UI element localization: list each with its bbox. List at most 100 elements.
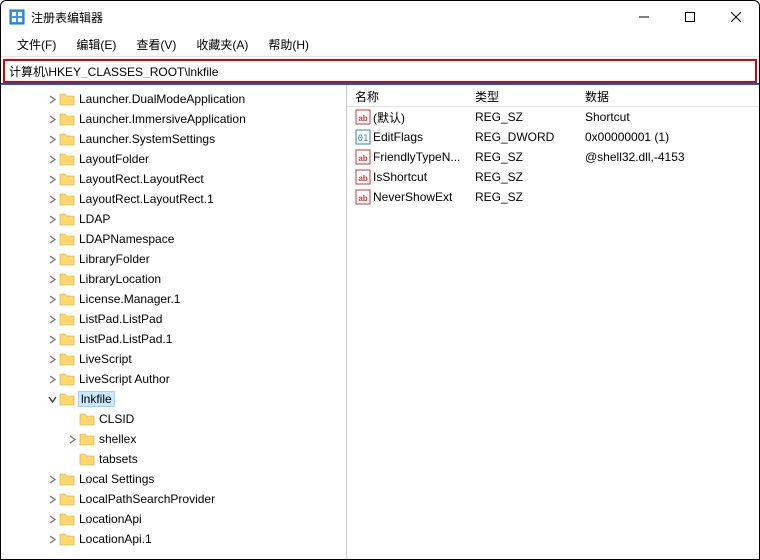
chevron-right-icon[interactable] — [45, 315, 59, 324]
folder-icon — [59, 132, 75, 146]
tree-item[interactable]: LiveScript — [1, 349, 346, 369]
menu-view[interactable]: 查看(V) — [128, 34, 184, 55]
chevron-right-icon[interactable] — [45, 155, 59, 164]
chevron-right-icon[interactable] — [45, 115, 59, 124]
chevron-right-icon[interactable] — [65, 435, 79, 444]
chevron-right-icon[interactable] — [45, 475, 59, 484]
chevron-right-icon[interactable] — [45, 135, 59, 144]
tree-item[interactable]: LayoutRect.LayoutRect.1 — [1, 189, 346, 209]
window-title: 注册表编辑器 — [31, 9, 103, 26]
address-bar[interactable] — [3, 59, 757, 83]
tree-item[interactable]: LocalPathSearchProvider — [1, 489, 346, 509]
tree-item[interactable]: License.Manager.1 — [1, 289, 346, 309]
chevron-right-icon[interactable] — [45, 515, 59, 524]
tree-item[interactable]: ListPad.ListPad.1 — [1, 329, 346, 349]
folder-icon — [59, 152, 75, 166]
chevron-right-icon[interactable] — [45, 175, 59, 184]
tree-item[interactable]: Launcher.SystemSettings — [1, 129, 346, 149]
tree-item-label: LDAPNamespace — [79, 232, 174, 246]
folder-icon — [59, 472, 75, 486]
tree-item[interactable]: CLSID — [1, 409, 346, 429]
tree-item-label: shellex — [99, 432, 136, 446]
chevron-right-icon[interactable] — [45, 375, 59, 384]
value-type: REG_SZ — [467, 170, 577, 184]
tree-item[interactable]: LibraryFolder — [1, 249, 346, 269]
tree-item-label: LayoutFolder — [79, 152, 149, 166]
tree-item[interactable]: lnkfile — [1, 389, 346, 409]
tree-item-label: LibraryFolder — [79, 252, 150, 266]
svg-text:ab: ab — [358, 114, 367, 123]
folder-icon — [59, 332, 75, 346]
chevron-right-icon[interactable] — [45, 295, 59, 304]
tree-item-label: LocalPathSearchProvider — [79, 492, 215, 506]
chevron-right-icon[interactable] — [45, 275, 59, 284]
chevron-right-icon[interactable] — [45, 535, 59, 544]
tree-item-label: LDAP — [79, 212, 110, 226]
menu-help[interactable]: 帮助(H) — [260, 34, 317, 55]
maximize-button[interactable] — [667, 2, 713, 32]
tree-item[interactable]: LayoutRect.LayoutRect — [1, 169, 346, 189]
address-input[interactable] — [9, 64, 751, 78]
tree-item-label: ListPad.ListPad.1 — [79, 332, 172, 346]
col-name[interactable]: 名称 — [347, 85, 467, 106]
tree-item[interactable]: LocationApi — [1, 509, 346, 529]
tree-item-label: LiveScript — [79, 352, 132, 366]
values-panel[interactable]: 名称 类型 数据 ab(默认)REG_SZShortcut01EditFlags… — [347, 85, 759, 559]
menu-file[interactable]: 文件(F) — [9, 34, 64, 55]
value-name: NeverShowExt — [373, 190, 452, 204]
tree-item[interactable]: Launcher.DualModeApplication — [1, 89, 346, 109]
folder-icon — [59, 192, 75, 206]
tree-item[interactable]: LayoutFolder — [1, 149, 346, 169]
value-type: REG_SZ — [467, 190, 577, 204]
menu-edit[interactable]: 编辑(E) — [68, 34, 124, 55]
tree-item-label: LocationApi — [79, 512, 142, 526]
folder-icon — [79, 412, 95, 426]
chevron-right-icon[interactable] — [45, 355, 59, 364]
tree-item-label: LiveScript Author — [79, 372, 170, 386]
chevron-right-icon[interactable] — [45, 235, 59, 244]
folder-icon — [59, 352, 75, 366]
value-data: @shell32.dll,-4153 — [577, 150, 759, 164]
folder-icon — [59, 232, 75, 246]
folder-icon — [59, 92, 75, 106]
tree-item[interactable]: LibraryLocation — [1, 269, 346, 289]
value-row[interactable]: abFriendlyTypeN...REG_SZ@shell32.dll,-41… — [347, 147, 759, 167]
tree-item[interactable]: LiveScript Author — [1, 369, 346, 389]
close-button[interactable] — [713, 2, 759, 32]
chevron-down-icon[interactable] — [45, 395, 59, 404]
tree-item[interactable]: Local Settings — [1, 469, 346, 489]
value-row[interactable]: ab(默认)REG_SZShortcut — [347, 107, 759, 127]
tree-panel[interactable]: Launcher.DualModeApplicationLauncher.Imm… — [1, 85, 347, 559]
menu-favorites[interactable]: 收藏夹(A) — [188, 34, 256, 55]
chevron-right-icon[interactable] — [45, 215, 59, 224]
chevron-right-icon[interactable] — [45, 195, 59, 204]
value-row[interactable]: abIsShortcutREG_SZ — [347, 167, 759, 187]
tree-item[interactable]: LocationApi.1 — [1, 529, 346, 549]
folder-icon — [59, 512, 75, 526]
tree-item[interactable]: Launcher.ImmersiveApplication — [1, 109, 346, 129]
folder-icon — [79, 452, 95, 466]
tree-item[interactable]: LDAPNamespace — [1, 229, 346, 249]
col-type[interactable]: 类型 — [467, 85, 577, 106]
value-row[interactable]: 01EditFlagsREG_DWORD0x00000001 (1) — [347, 127, 759, 147]
tree-item-label: Local Settings — [79, 472, 154, 486]
folder-icon — [59, 492, 75, 506]
value-name: (默认) — [373, 109, 405, 126]
chevron-right-icon[interactable] — [45, 495, 59, 504]
menu-bar: 文件(F) 编辑(E) 查看(V) 收藏夹(A) 帮助(H) — [1, 33, 759, 57]
chevron-right-icon[interactable] — [45, 335, 59, 344]
chevron-right-icon[interactable] — [45, 95, 59, 104]
value-row[interactable]: abNeverShowExtREG_SZ — [347, 187, 759, 207]
tree-item[interactable]: shellex — [1, 429, 346, 449]
tree-item[interactable]: tabsets — [1, 449, 346, 469]
folder-icon — [79, 432, 95, 446]
folder-icon — [59, 272, 75, 286]
chevron-right-icon[interactable] — [45, 255, 59, 264]
tree-item[interactable]: LDAP — [1, 209, 346, 229]
minimize-button[interactable] — [621, 2, 667, 32]
svg-text:ab: ab — [358, 154, 367, 163]
content-area: Launcher.DualModeApplicationLauncher.Imm… — [1, 85, 759, 559]
col-data[interactable]: 数据 — [577, 85, 759, 106]
tree-item[interactable]: ListPad.ListPad — [1, 309, 346, 329]
tree-item-label: ListPad.ListPad — [79, 312, 162, 326]
